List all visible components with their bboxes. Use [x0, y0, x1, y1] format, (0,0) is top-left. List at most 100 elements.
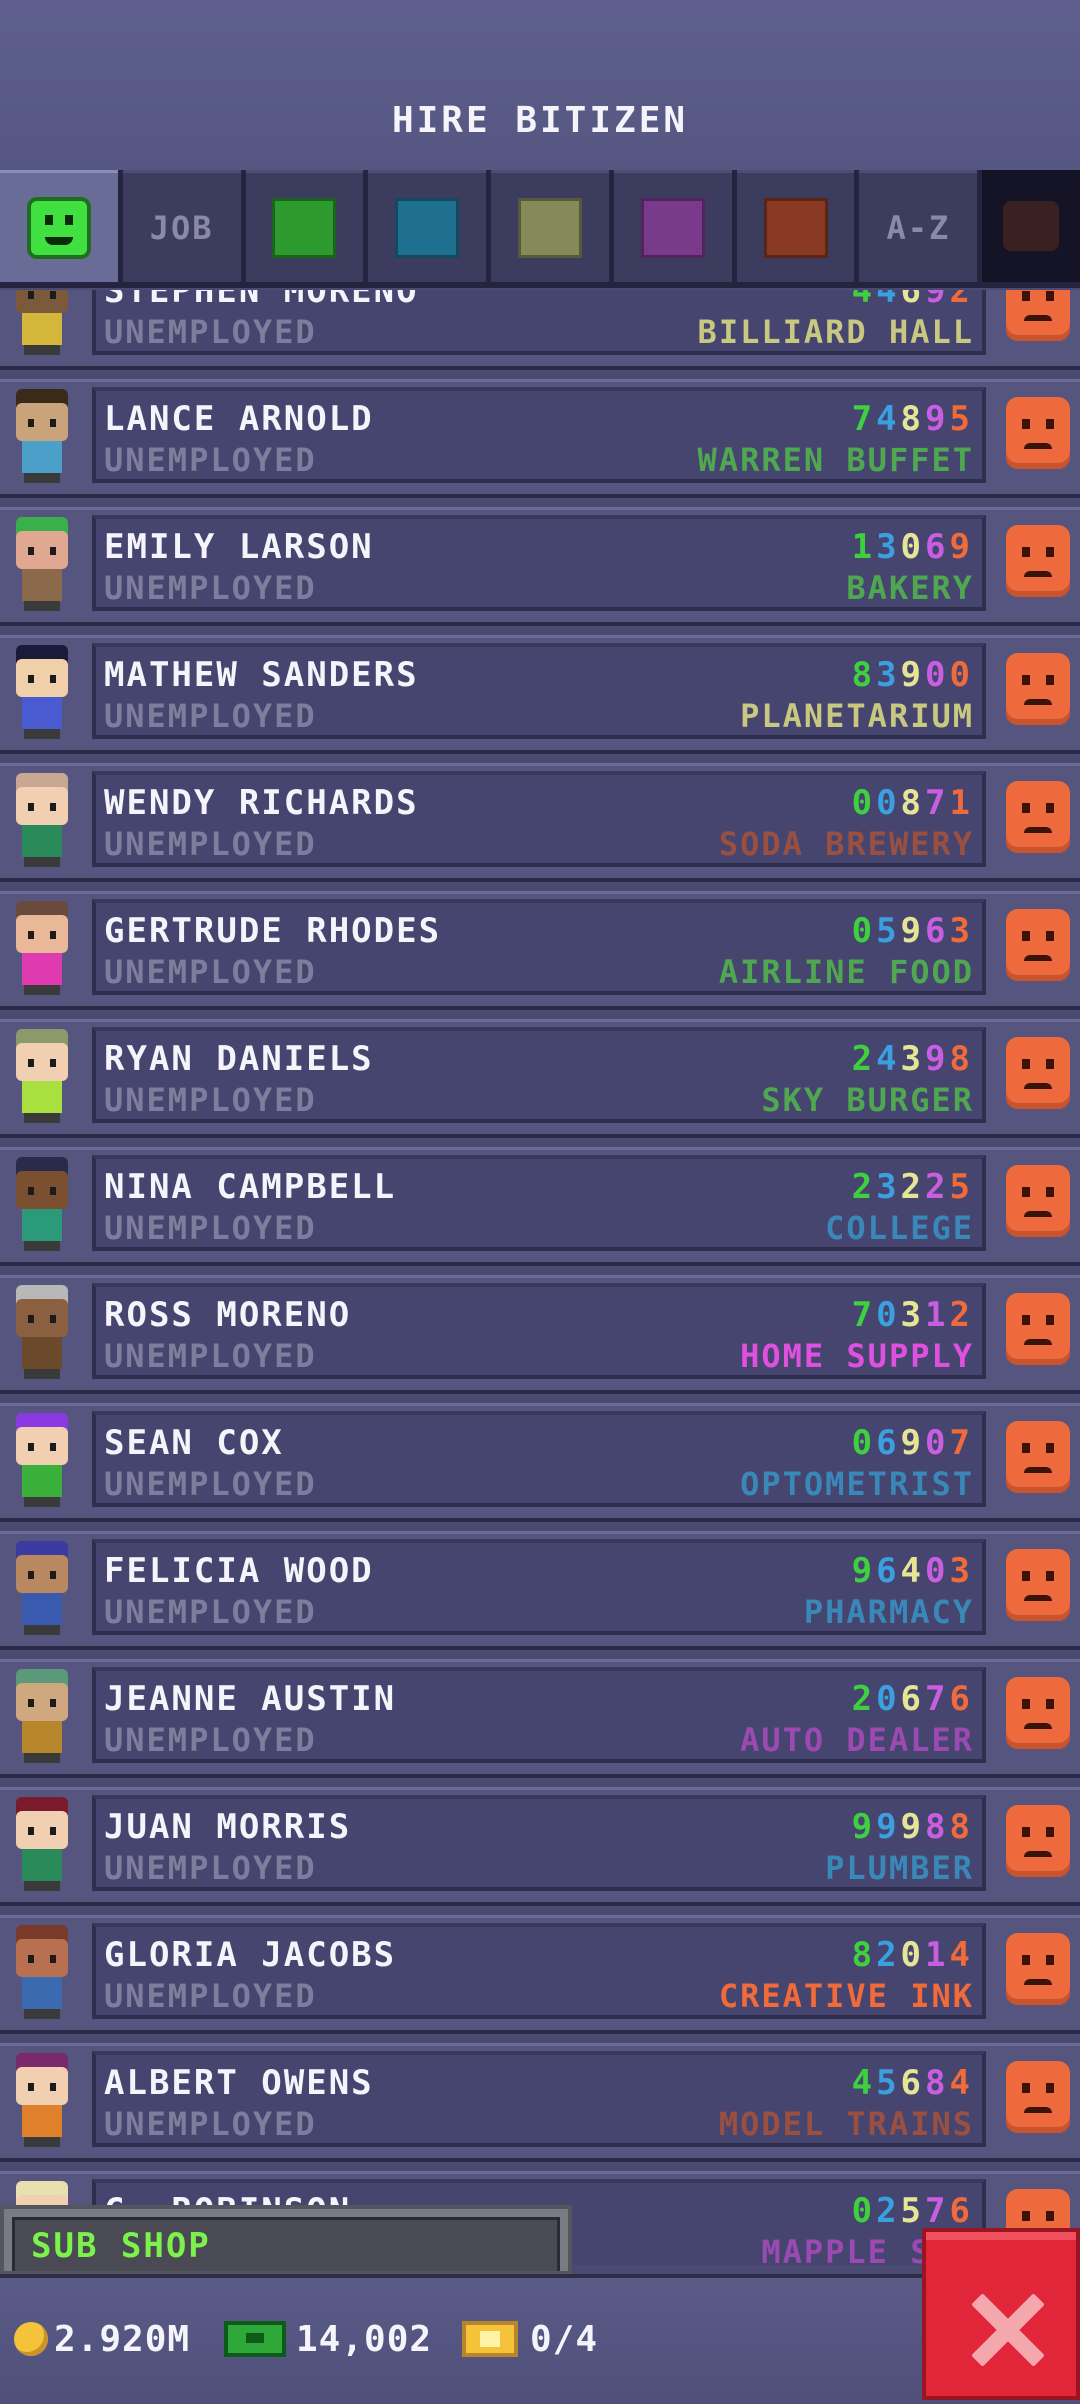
tab-job[interactable]: JOB: [122, 170, 241, 282]
skill-digit-5: 1: [949, 783, 974, 823]
bitizen-status: UNEMPLOYED: [104, 441, 317, 479]
unhappy-face-icon: [1006, 397, 1070, 469]
skill-digit-5: 0: [949, 655, 974, 695]
skill-digit-3: 8: [900, 783, 926, 823]
skill-digit-1: 0: [851, 911, 877, 951]
skill-digit-1: 4: [851, 290, 877, 311]
avatar: [10, 1669, 74, 1765]
coin-icon: [14, 2322, 48, 2356]
bitizen-card: GLORIA JACOBS UNEMPLOYED 82014 CREATIVE INK: [92, 1923, 986, 2019]
bitizen-row[interactable]: SEAN COX UNEMPLOYED 06907 OPTOMETRIST: [0, 1395, 1080, 1523]
bitizen-card: JUAN MORRIS UNEMPLOYED 99988 PLUMBER: [92, 1795, 986, 1891]
smiley-icon: [26, 196, 91, 259]
bitizen-status: UNEMPLOYED: [104, 953, 317, 991]
skill-digits: 13069: [852, 527, 974, 567]
dream-job: PHARMACY: [803, 1593, 974, 1631]
skill-digits: 74895: [852, 399, 974, 439]
skill-digit-5: 5: [949, 1167, 974, 1207]
bux-icon: [224, 2321, 286, 2357]
bitizen-card: MATHEW SANDERS UNEMPLOYED 83900 PLANETARIUM: [92, 643, 986, 739]
bitizen-card: JEANNE AUSTIN UNEMPLOYED 20676 AUTO DEALER: [92, 1667, 986, 1763]
bitizen-row[interactable]: ALBERT OWENS UNEMPLOYED 45684 MODEL TRAINS: [0, 2035, 1080, 2163]
skill-digit-2: 4: [876, 1039, 901, 1079]
skill-digit-3: 3: [900, 1039, 926, 1079]
skill-digits: 06907: [852, 1423, 974, 1463]
bitizen-card: GERTRUDE RHODES UNEMPLOYED 05963 AIRLINE FO…: [92, 899, 986, 995]
bitizen-card: ALBERT OWENS UNEMPLOYED 45684 MODEL TRAINS: [92, 2051, 986, 2147]
skill-digit-5: 3: [949, 911, 974, 951]
bux-value: 14,002: [296, 2318, 433, 2360]
skill-digit-5: 8: [949, 1039, 974, 1079]
bitizen-status: UNEMPLOYED: [104, 1593, 317, 1631]
skill-digits: 96403: [852, 1551, 974, 1591]
bitizen-card: STEPHEN MORENO UNEMPLOYED 44692 BILLIARD HA…: [92, 290, 986, 355]
unhappy-face-icon: [1006, 290, 1070, 341]
tab-overflow[interactable]: [982, 170, 1080, 282]
tab-creative[interactable]: [736, 170, 855, 282]
avatar: [10, 2053, 74, 2149]
dream-job: PLANETARIUM: [740, 697, 974, 735]
bitizen-row[interactable]: MATHEW SANDERS UNEMPLOYED 83900 PLANETARIUM: [0, 627, 1080, 755]
unhappy-face-icon: [1006, 2061, 1070, 2133]
bitizen-card: EMILY LARSON UNEMPLOYED 13069 BAKERY: [92, 515, 986, 611]
sub-shop-panel[interactable]: SUB SHOP: [0, 2205, 572, 2275]
bitizen-row[interactable]: GERTRUDE RHODES UNEMPLOYED 05963 AIRLINE FO…: [0, 883, 1080, 1011]
skill-digit-1: 2: [851, 1039, 877, 1079]
header: HIRE BITIZEN: [0, 0, 1080, 174]
skill-digit-5: 4: [949, 2063, 974, 2103]
bitizen-name: ALBERT OWENS: [104, 2063, 374, 2103]
skill-digit-4: 9: [925, 399, 950, 439]
skill-digit-5: 9: [949, 527, 974, 567]
bitizen-row[interactable]: JEANNE AUSTIN UNEMPLOYED 20676 AUTO DEALER: [0, 1651, 1080, 1779]
dream-job: SODA BREWERY: [718, 825, 974, 863]
tab-service[interactable]: [368, 170, 487, 282]
bitizen-row[interactable]: ROSS MORENO UNEMPLOYED 70312 HOME SUPPLY: [0, 1267, 1080, 1395]
bitizen-status: UNEMPLOYED: [104, 1721, 317, 1759]
tab-retail[interactable]: [613, 170, 732, 282]
unhappy-face-icon: [1006, 1549, 1070, 1621]
dream-job: AIRLINE FOOD: [718, 953, 974, 991]
skill-digit-1: 9: [851, 1551, 877, 1591]
dream-job: HOME SUPPLY: [740, 1337, 974, 1375]
bitizen-row[interactable]: FELICIA WOOD UNEMPLOYED 96403 PHARMACY: [0, 1523, 1080, 1651]
skill-digit-4: 6: [925, 527, 950, 567]
unhappy-face-icon: [1006, 1037, 1070, 1109]
skill-digit-1: 7: [851, 1295, 877, 1335]
tab-recreation[interactable]: [491, 170, 609, 282]
dream-job: BILLIARD HALL: [697, 313, 974, 351]
avatar: [10, 645, 74, 741]
skill-digits: 20676: [852, 1679, 974, 1719]
bitizen-row[interactable]: EMILY LARSON UNEMPLOYED 13069 BAKERY: [0, 499, 1080, 627]
skill-digit-4: 0: [925, 1423, 950, 1463]
bitizen-name: MATHEW SANDERS: [104, 655, 419, 695]
unhappy-face-icon: [1006, 525, 1070, 597]
tab-food[interactable]: [245, 170, 364, 282]
skill-digit-2: 3: [876, 527, 901, 567]
bitizen-row[interactable]: LANCE ARNOLD UNEMPLOYED 74895 WARREN BUFFET: [0, 371, 1080, 499]
skill-digit-5: 6: [949, 1679, 974, 1719]
close-button[interactable]: [922, 2228, 1080, 2400]
tab-happiness[interactable]: [0, 170, 118, 282]
bitizen-row[interactable]: NINA CAMPBELL UNEMPLOYED 23225 COLLEGE: [0, 1139, 1080, 1267]
bitizen-name: EMILY LARSON: [104, 527, 374, 567]
bitizen-row[interactable]: STEPHEN MORENO UNEMPLOYED 44692 BILLIARD HA…: [0, 290, 1080, 371]
bitizen-row[interactable]: WENDY RICHARDS UNEMPLOYED 00871 SODA BREWER…: [0, 755, 1080, 883]
skill-digit-4: 8: [925, 2063, 950, 2103]
bitizen-name: JUAN MORRIS: [104, 1807, 352, 1847]
skill-digit-4: 1: [925, 1935, 950, 1975]
dream-job: SKY BURGER: [761, 1081, 974, 1119]
bitizen-row[interactable]: GLORIA JACOBS UNEMPLOYED 82014 CREATIVE INK: [0, 1907, 1080, 2035]
bitizen-name: LANCE ARNOLD: [104, 399, 374, 439]
tickets-stat: 0/4: [462, 2314, 598, 2364]
avatar: [10, 389, 74, 485]
skill-digits: 45684: [852, 2063, 974, 2103]
category-swatch-icon: [640, 197, 705, 258]
bitizen-row[interactable]: JUAN MORRIS UNEMPLOYED 99988 PLUMBER: [0, 1779, 1080, 1907]
skill-digit-4: 0: [925, 655, 950, 695]
bitizen-name: SEAN COX: [104, 1423, 284, 1463]
bitizen-row[interactable]: RYAN DANIELS UNEMPLOYED 24398 SKY BURGER: [0, 1011, 1080, 1139]
bitizen-list[interactable]: STEPHEN MORENO UNEMPLOYED 44692 BILLIARD HA…: [0, 290, 1080, 2265]
tab-a-z[interactable]: A-Z: [859, 170, 978, 282]
skill-digit-1: 8: [851, 655, 877, 695]
tickets-value: 0/4: [530, 2318, 599, 2360]
